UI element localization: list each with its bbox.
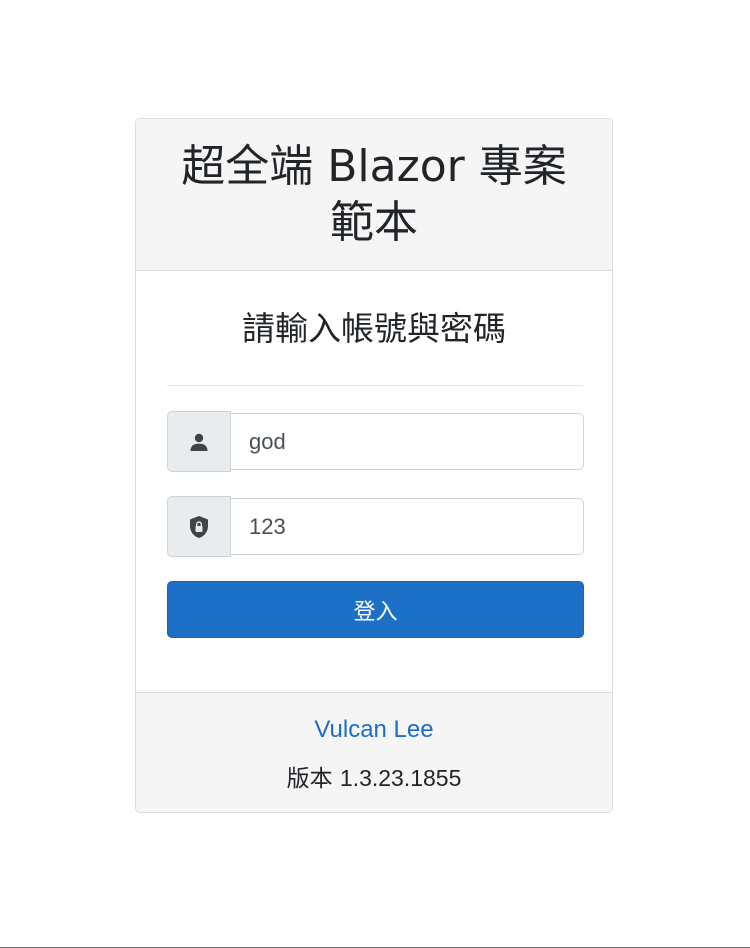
password-addon bbox=[167, 496, 231, 557]
shield-lock-icon bbox=[188, 515, 210, 539]
username-input[interactable] bbox=[231, 413, 584, 470]
card-footer: Vulcan Lee 版本 1.3.23.1855 bbox=[136, 692, 612, 812]
version-label: 版本 bbox=[286, 766, 333, 792]
password-group bbox=[167, 496, 584, 557]
app-title: 超全端 Blazor 專案 範本 bbox=[181, 139, 566, 251]
version-info: 版本 1.3.23.1855 bbox=[136, 763, 612, 794]
author-link[interactable]: Vulcan Lee bbox=[136, 715, 612, 745]
login-page: 超全端 Blazor 專案 範本 請輸入帳號與密碼 god 123 登入 Vul… bbox=[0, 0, 750, 948]
version-number: 1.3.23.1855 bbox=[339, 765, 462, 791]
person-icon bbox=[189, 432, 209, 452]
app-title-line1: 超全端 Blazor 專案 bbox=[181, 140, 567, 192]
divider bbox=[167, 385, 583, 386]
app-title-line2: 範本 bbox=[329, 196, 418, 248]
login-prompt: 請輸入帳號與密碼 bbox=[242, 309, 506, 348]
password-input[interactable] bbox=[231, 498, 584, 555]
username-group bbox=[167, 411, 584, 472]
login-card: 超全端 Blazor 專案 範本 請輸入帳號與密碼 god 123 登入 Vul… bbox=[135, 118, 613, 813]
card-header: 超全端 Blazor 專案 範本 bbox=[136, 119, 612, 271]
login-button[interactable]: 登入 bbox=[167, 581, 584, 638]
username-addon bbox=[167, 411, 231, 472]
